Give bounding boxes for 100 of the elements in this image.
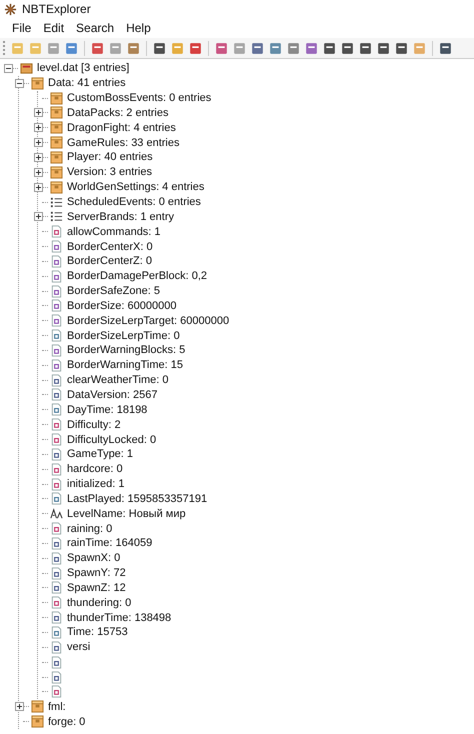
expand-toggle[interactable] <box>34 182 43 192</box>
tree-item[interactable]: BorderCenterZ: 0 <box>65 255 154 268</box>
tree-item[interactable]: thundering: 0 <box>65 596 134 609</box>
tree-item[interactable]: DayTime: 18198 <box>65 404 150 416</box>
tag-file-icon <box>50 566 63 580</box>
tag-file-icon <box>50 299 63 312</box>
tree-item[interactable]: initialized: 1 <box>65 478 126 490</box>
file-icon <box>20 62 33 75</box>
tree-item[interactable]: clearWeatherTime: 0 <box>65 374 170 386</box>
expand-toggle[interactable] <box>34 123 43 132</box>
tree-item[interactable]: raining: 0 <box>65 522 114 535</box>
tag-file-icon <box>50 522 63 536</box>
tree-item[interactable]: CustomBossEvents: 0 entries <box>65 92 214 104</box>
box-icon <box>50 106 63 120</box>
tag-file-icon <box>50 656 63 669</box>
tag-file-icon <box>50 358 63 372</box>
tree-item[interactable]: fml: <box>46 700 68 713</box>
box-icon <box>31 76 44 90</box>
tree-item[interactable]: GameRules: 33 entries <box>65 136 182 149</box>
tag-file-icon <box>50 462 63 476</box>
tag-file-icon <box>50 240 63 254</box>
tree-item[interactable]: LastPlayed: 1595853357191 <box>65 492 210 505</box>
tree-item[interactable]: BorderSizeLerpTime: 0 <box>65 330 182 342</box>
tree-item[interactable]: BorderSize: 60000000 <box>65 300 178 312</box>
tag-file-icon <box>50 640 63 654</box>
tag-file-icon <box>50 492 63 506</box>
tag-file-icon <box>50 433 63 446</box>
tree-item[interactable]: WorldGenSettings: 4 entries <box>65 181 206 194</box>
box-icon <box>50 166 63 179</box>
box-icon <box>50 180 63 194</box>
tree-item[interactable]: hardcore: 0 <box>65 463 125 476</box>
tree-item[interactable]: GameType: 1 <box>65 448 136 460</box>
collapse-toggle[interactable] <box>15 78 24 88</box>
tag-file-icon <box>50 329 63 342</box>
tree-item[interactable]: BorderDamagePerBlock: 0,2 <box>65 270 210 282</box>
tag-file-icon <box>50 596 63 610</box>
menu-item[interactable]: File <box>6 19 38 37</box>
expand-toggle[interactable] <box>15 702 24 712</box>
tree-item[interactable]: allowCommands: 1 <box>65 226 163 238</box>
tree-item[interactable]: BorderSizeLerpTarget: 60000000 <box>65 314 232 327</box>
tree-item[interactable]: rainTime: 164059 <box>65 537 154 550</box>
tree-item[interactable]: Time: 15753 <box>65 626 130 638</box>
tag-file-icon <box>50 611 63 624</box>
tree-item[interactable]: Data: 41 entries <box>46 77 128 90</box>
box-icon <box>31 715 44 728</box>
tag-file-icon <box>50 626 63 639</box>
expand-toggle[interactable] <box>34 168 43 177</box>
tag-file-icon <box>50 225 63 238</box>
menu-item[interactable]: Help <box>120 19 157 37</box>
tree-item[interactable]: LevelName: Новый мир <box>65 508 188 520</box>
tree-item[interactable]: SpawnX: 0 <box>65 552 122 564</box>
tree-item[interactable]: versi <box>65 641 92 654</box>
expand-toggle[interactable] <box>34 152 43 162</box>
window-title: NBTExplorer <box>22 2 91 16</box>
expand-toggle[interactable] <box>34 212 43 222</box>
tag-file-icon <box>50 270 63 283</box>
tree-item[interactable]: BorderCenterX: 0 <box>65 240 155 253</box>
tag-file-icon <box>50 418 63 432</box>
tree-item[interactable]: DataPacks: 2 entries <box>65 106 170 119</box>
tree-item[interactable]: BorderSafeZone: 5 <box>65 285 162 298</box>
tag-file-icon <box>50 448 63 461</box>
box-icon <box>50 150 63 164</box>
app-icon <box>4 2 17 16</box>
tag-file-icon <box>50 254 63 268</box>
tree-item[interactable]: DragonFight: 4 entries <box>65 122 178 134</box>
tag-file-icon <box>50 284 63 298</box>
box-icon <box>50 136 63 150</box>
box-icon <box>31 700 44 714</box>
tree-item[interactable]: thunderTime: 138498 <box>65 612 174 624</box>
expand-toggle[interactable] <box>34 108 43 118</box>
tag-file-icon <box>50 670 63 684</box>
tree-item[interactable]: BorderWarningBlocks: 5 <box>65 344 188 356</box>
tag-file-icon <box>50 403 63 416</box>
tree-item[interactable]: SpawnY: 72 <box>65 567 128 580</box>
tag-file-icon <box>50 314 63 328</box>
tree-item[interactable]: Player: 40 entries <box>65 151 155 164</box>
tree-item[interactable]: ServerBrands: 1 entry <box>65 210 176 223</box>
box-icon <box>50 92 63 105</box>
tree-item[interactable]: Difficulty: 2 <box>65 418 123 431</box>
box-icon <box>50 121 63 134</box>
tree-item[interactable]: DifficultyLocked: 0 <box>65 434 158 446</box>
tree-item[interactable]: SpawnZ: 12 <box>65 582 128 594</box>
tree-item[interactable]: DataVersion: 2567 <box>65 388 160 401</box>
tag-file-icon <box>50 344 63 357</box>
collapse-toggle[interactable] <box>4 64 13 73</box>
tree-item[interactable]: Version: 3 entries <box>65 166 154 178</box>
tag-file-icon <box>50 536 63 550</box>
tag-file-icon <box>50 374 63 387</box>
tree-item[interactable]: ScheduledEvents: 0 entries <box>65 196 203 208</box>
tag-file-icon <box>50 552 63 565</box>
tag-file-icon <box>50 388 63 402</box>
expand-toggle[interactable] <box>34 138 43 148</box>
menu-item[interactable]: Edit <box>37 19 70 37</box>
tree-item[interactable]: BorderWarningTime: 15 <box>65 359 185 372</box>
tag-file-icon <box>50 478 63 491</box>
tree-item[interactable]: forge: 0 <box>46 716 88 728</box>
menu-item[interactable]: Search <box>70 19 120 37</box>
tag-file-icon <box>50 581 63 594</box>
tree-item[interactable]: level.dat [3 entries] <box>35 62 132 74</box>
tag-file-icon <box>50 685 63 698</box>
